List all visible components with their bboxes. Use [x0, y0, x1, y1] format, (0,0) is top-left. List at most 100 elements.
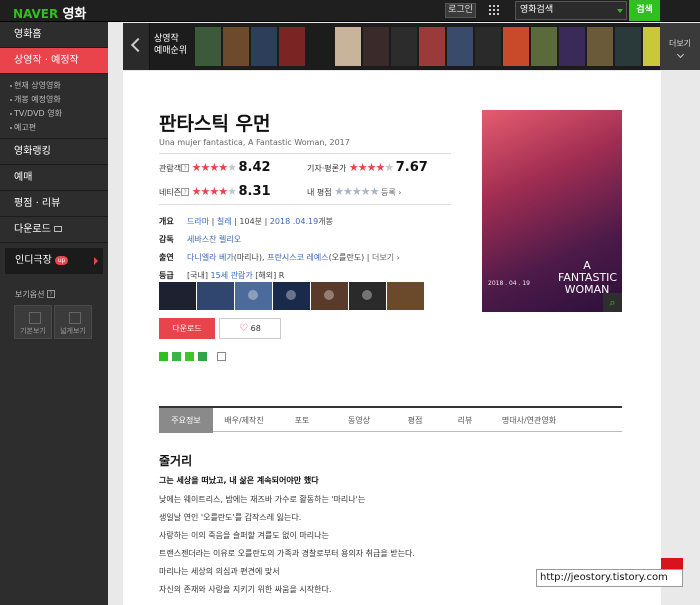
zoom-search-icon[interactable]: ⌕ — [603, 293, 622, 312]
audience-rating: 관람객? ★★★★★ 8.42 — [159, 160, 271, 176]
register-link[interactable]: 등록 › — [381, 188, 401, 197]
release-suffix: 개봉 — [318, 217, 333, 226]
director-link[interactable]: 세바스찬 렐리오 — [187, 235, 241, 244]
naver-movie-logo[interactable]: NAVER 영화 — [13, 3, 86, 22]
tab-cast-crew[interactable]: 배우/제작진 — [215, 408, 273, 433]
view-basic-button[interactable]: 기본보기 — [14, 305, 52, 339]
sidebar-item-ranking[interactable]: 영화랭킹 — [0, 139, 108, 165]
view-wide-button[interactable]: 넓게보기 — [54, 305, 92, 339]
strip-caption: 상영작 예매순위 — [154, 33, 187, 57]
download-button[interactable]: 다운로드 — [159, 318, 215, 339]
video-thumbnail[interactable] — [235, 282, 272, 310]
like-button[interactable]: ♡ 68 — [219, 318, 281, 339]
plus-share-icon[interactable] — [185, 352, 194, 361]
cast1-link[interactable]: 다니엘라 베가 — [187, 253, 234, 262]
video-thumbnail[interactable] — [273, 282, 310, 310]
naver-logo: NAVER — [13, 7, 59, 21]
poster-thumbnail[interactable] — [559, 27, 585, 66]
naver-share-icon[interactable] — [159, 352, 168, 361]
country-link[interactable]: 칠레 — [217, 217, 232, 226]
band-share-icon[interactable] — [172, 352, 181, 361]
genre-link[interactable]: 드라마 — [187, 217, 209, 226]
cast-more-label: 더보기 — [372, 253, 395, 262]
login-button[interactable]: 로그인 — [445, 3, 476, 18]
poster-thumbnail[interactable] — [587, 27, 613, 66]
page-title: 판타스틱 우먼 — [159, 113, 271, 135]
help-icon[interactable]: ? — [47, 290, 55, 298]
tab-ratings[interactable]: 평점 — [389, 408, 441, 433]
register-label: 등록 — [381, 188, 396, 197]
poster-strip: 상영작 예매순위 — [123, 23, 661, 70]
poster-thumbnail[interactable] — [251, 27, 277, 66]
poster-thumbnail[interactable] — [447, 27, 473, 66]
rating-box: 관람객? ★★★★★ 8.42 기자·평론가 ★★★★★ 7.67 네티즌? ★… — [159, 153, 451, 205]
sidebar-item-home[interactable]: 영화홈 — [0, 22, 108, 48]
up-badge: up — [54, 255, 69, 265]
sidebar-sub-upcoming[interactable]: 개봉 예정영화 — [0, 93, 108, 107]
audience-stars: ★★★★★ — [191, 161, 237, 174]
strip-posters — [195, 27, 661, 66]
sidebar-item-download[interactable]: 다운로드 — [0, 217, 108, 243]
netizen-rating: 네티즌? ★★★★★ 8.31 — [159, 184, 271, 200]
movie-poster[interactable]: A FANTASTIC WOMAN 2018 . 04 . 19 ⌕ — [482, 110, 622, 312]
still-thumbnail[interactable] — [197, 282, 234, 310]
poster-thumbnail[interactable] — [531, 27, 557, 66]
search-category-select[interactable]: 영화검색 — [515, 1, 627, 20]
cast2-link[interactable]: 프란시스코 레예스 — [267, 253, 328, 262]
poster-thumbnail[interactable] — [335, 27, 361, 66]
sidebar: 영화홈 상영작 · 예정작 현재 상영영화 개봉 예정영화 TV/DVD 영화 … — [0, 22, 108, 605]
my-rating-stars[interactable]: ★★★★★ — [334, 185, 379, 198]
indie-theater-button[interactable]: 인디극장 up — [5, 248, 103, 274]
poster-thumbnail[interactable] — [391, 27, 417, 66]
sidebar-item-booking[interactable]: 예매 — [0, 165, 108, 191]
more-button[interactable]: 더보기 — [660, 23, 700, 70]
tab-photo[interactable]: 포토 — [277, 408, 327, 433]
audience-label: 관람객 — [159, 164, 182, 173]
still-thumbnail[interactable] — [159, 282, 196, 310]
still-thumbnail[interactable] — [387, 282, 424, 310]
poster-thumbnail[interactable] — [615, 27, 641, 66]
poster-thumbnail[interactable] — [279, 27, 305, 66]
sidebar-sub-trailer[interactable]: 예고편 — [0, 121, 108, 135]
blog-share-icon[interactable] — [198, 352, 207, 361]
synopsis-line: 낮에는 웨이트리스, 밤에는 재즈바 가수로 활동하는 '마리나'는 — [159, 495, 366, 504]
cast-label: 출연 — [159, 253, 174, 262]
overview-label: 개요 — [159, 217, 174, 226]
audience-score: 8.42 — [238, 160, 271, 175]
grade-prefix: [국내] — [187, 271, 208, 280]
release-link[interactable]: 2018 .04.19 — [270, 217, 318, 226]
poster-thumbnail[interactable] — [419, 27, 445, 66]
download-label: 다운로드 — [14, 224, 51, 235]
prev-arrow-icon[interactable] — [123, 23, 150, 70]
sidebar-sub-tvdvd[interactable]: TV/DVD 영화 — [0, 107, 108, 121]
tab-video[interactable]: 동영상 — [331, 408, 387, 433]
poster-thumbnail[interactable] — [195, 27, 221, 66]
poster-thumbnail[interactable] — [363, 27, 389, 66]
poster-thumbnail[interactable] — [503, 27, 529, 66]
help-icon[interactable]: ? — [181, 164, 190, 172]
tab-quotes-related[interactable]: 명대사/연관영화 — [489, 408, 569, 433]
netizen-score: 8.31 — [238, 184, 271, 199]
poster-thumbnail[interactable] — [223, 27, 249, 66]
sidebar-sub-current[interactable]: 현재 상영영화 — [0, 79, 108, 93]
sidebar-item-now-showing[interactable]: 상영작 · 예정작 — [0, 48, 108, 74]
sidebar-submenu: 현재 상영영화 개봉 예정영화 TV/DVD 영화 예고편 — [0, 74, 108, 139]
detail-tabs: 주요정보 배우/제작진 포토 동영상 평점 리뷰 명대사/연관영화 — [159, 406, 622, 433]
share-icon[interactable] — [217, 352, 226, 361]
tab-main-info[interactable]: 주요정보 — [159, 408, 213, 433]
grade-link[interactable]: 15세 관람가 — [211, 271, 253, 280]
help-icon[interactable]: ? — [181, 188, 190, 196]
poster-thumbnail[interactable] — [475, 27, 501, 66]
sidebar-item-reviews[interactable]: 평점 · 리뷰 — [0, 191, 108, 217]
poster-thumbnail[interactable] — [643, 27, 661, 66]
synopsis-line: 사랑하는 이의 죽음을 슬퍼할 겨를도 없이 마리나는 — [159, 531, 329, 540]
video-thumbnail[interactable] — [349, 282, 386, 310]
apps-grid-icon[interactable] — [488, 4, 500, 16]
view-options: 보기옵션 ? — [0, 279, 108, 300]
poster-thumbnail[interactable] — [307, 27, 333, 66]
tab-reviews[interactable]: 리뷰 — [441, 408, 489, 433]
grade-foreign-value: R — [278, 271, 285, 280]
cast-more-link[interactable]: 더보기 › — [372, 253, 400, 262]
video-thumbnail[interactable] — [311, 282, 348, 310]
search-button[interactable]: 검색 — [629, 0, 660, 21]
